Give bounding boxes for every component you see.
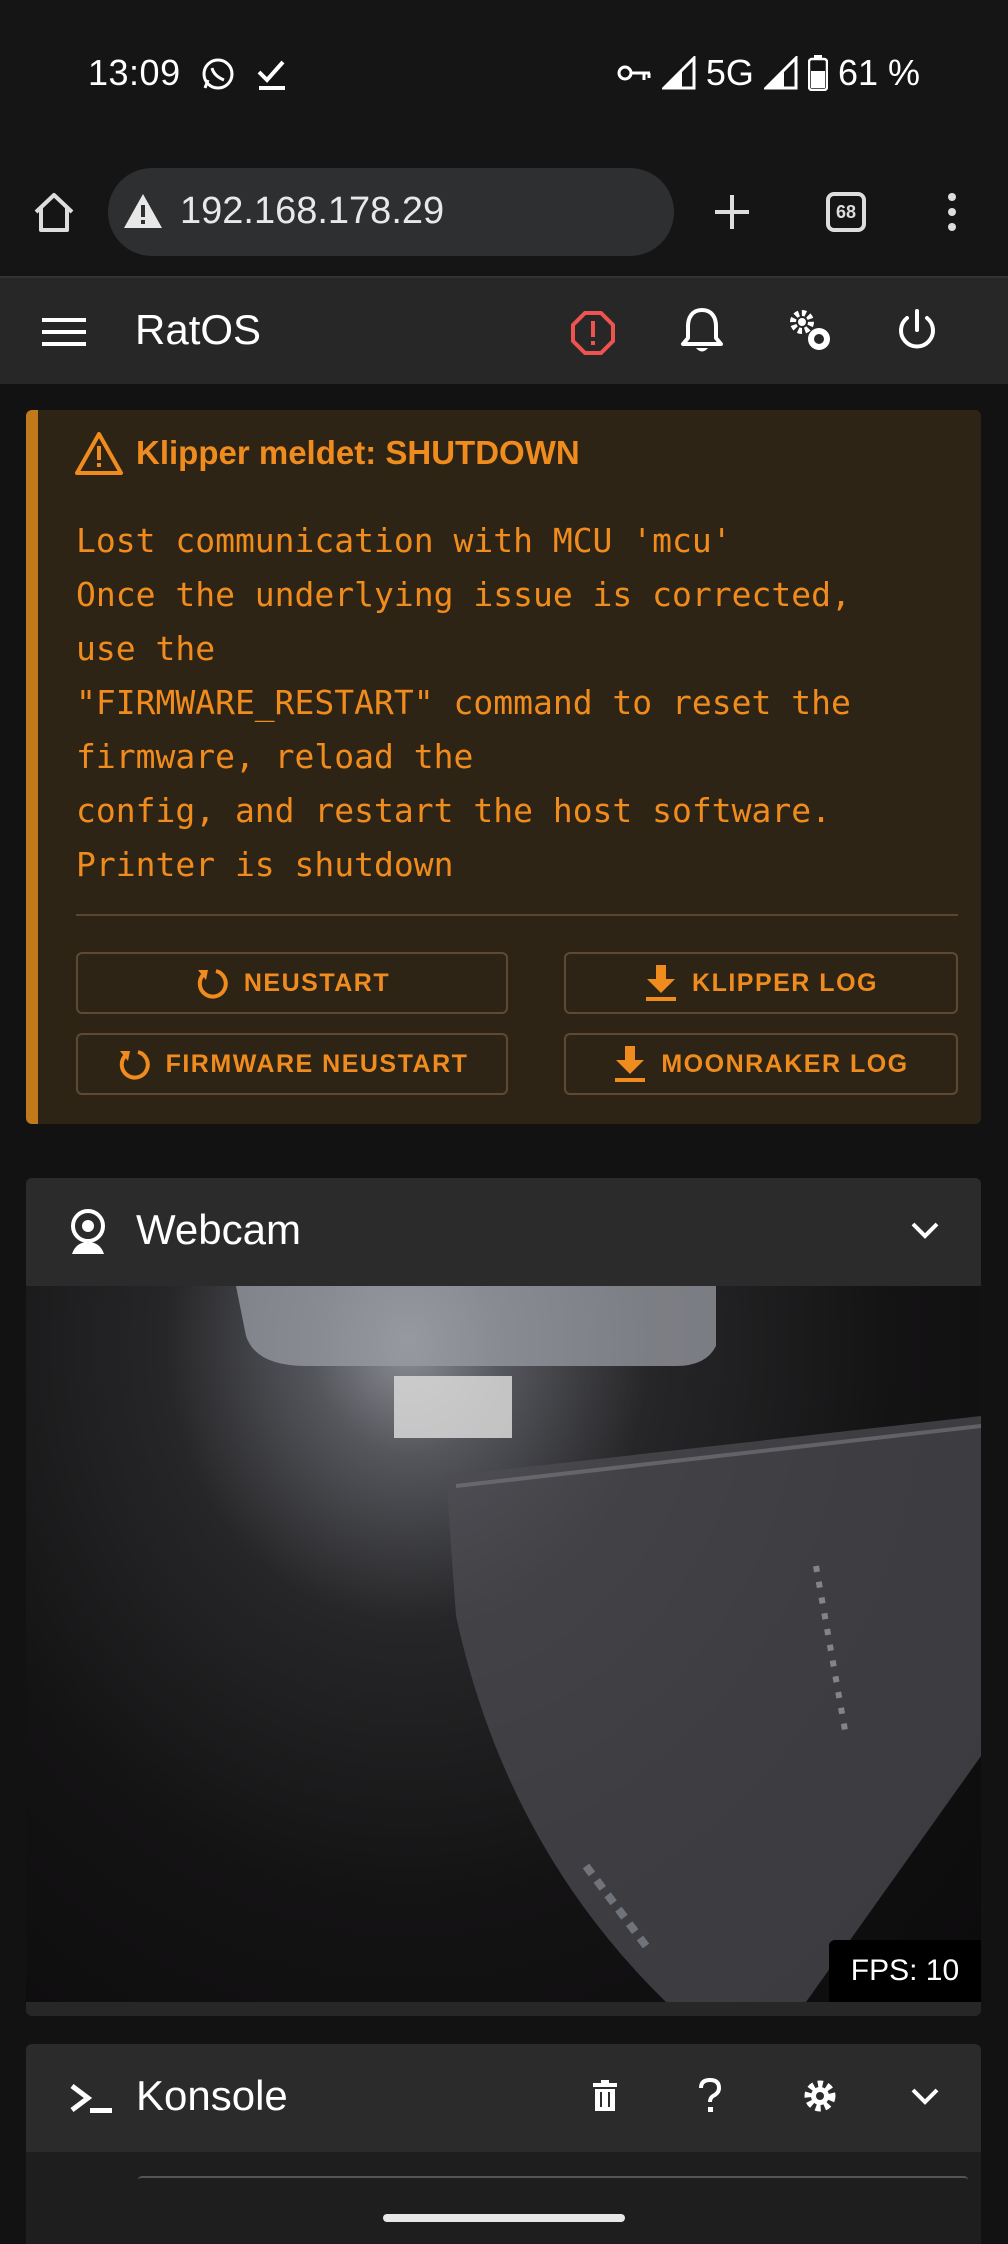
- console-body: [26, 2152, 981, 2244]
- url-text: 192.168.178.29: [180, 190, 445, 232]
- app-title: RatOS: [135, 306, 262, 353]
- alert-warning-icon: [75, 432, 123, 475]
- home-icon[interactable]: [32, 190, 76, 234]
- alert-divider: [76, 914, 958, 916]
- webcam-header[interactable]: Webcam: [26, 1178, 981, 1286]
- trash-icon[interactable]: [592, 2080, 618, 2112]
- firmware-restart-label: FIRMWARE NEUSTART: [165, 1049, 469, 1078]
- alert-message: Lost communication with MCU 'mcu' Once t…: [76, 521, 851, 884]
- chevron-down-icon[interactable]: [910, 1220, 940, 1240]
- fps-indicator: FPS: 10: [829, 1940, 981, 2002]
- address-bar[interactable]: 192.168.178.29: [108, 168, 674, 256]
- download-icon-2: [615, 1046, 646, 1082]
- new-tab-icon[interactable]: [712, 192, 752, 232]
- webcam-icon: [71, 1209, 105, 1254]
- task-done-icon: [257, 60, 285, 90]
- emergency-stop-icon[interactable]: [570, 310, 616, 356]
- webcam-title: Webcam: [136, 1206, 301, 1253]
- webcam-panel: Webcam FPS: 10: [26, 1178, 981, 2016]
- firmware-restart-icon: [119, 1050, 150, 1080]
- vpn-key-icon: [617, 65, 651, 81]
- restart-icon: [197, 969, 228, 999]
- webcam-image: [236, 1286, 981, 2002]
- gesture-nav-handle[interactable]: [383, 2214, 625, 2222]
- browser-toolbar: 192.168.178.29 68: [0, 150, 1008, 276]
- console-icon: [70, 2084, 112, 2113]
- restart-button[interactable]: NEUSTART: [76, 952, 508, 1014]
- warning-icon: [124, 194, 162, 228]
- more-options-icon[interactable]: [944, 192, 960, 232]
- notification-bell-icon[interactable]: [680, 306, 724, 356]
- power-icon[interactable]: [894, 308, 940, 354]
- signal-icon: [661, 56, 696, 90]
- shutdown-alert: Klipper meldet: SHUTDOWN Lost communicat…: [26, 410, 981, 1124]
- battery-percent: 61 %: [837, 52, 920, 93]
- firmware-restart-button[interactable]: FIRMWARE NEUSTART: [76, 1033, 508, 1095]
- klipper-log-label: KLIPPER LOG: [692, 968, 878, 997]
- status-right-group: 5G 61 %: [616, 52, 920, 94]
- whatsapp-icon: [202, 58, 234, 90]
- status-time: 13:09: [88, 52, 181, 93]
- webcam-stream: FPS: 10: [26, 1286, 981, 2002]
- console-title: Konsole: [136, 2072, 288, 2119]
- network-type: 5G: [705, 52, 754, 93]
- system-status-bar: 13:09 5G 61 %: [0, 0, 1008, 150]
- app-bar: RatOS: [0, 276, 1008, 384]
- moonraker-log-label: MOONRAKER LOG: [661, 1049, 909, 1078]
- tab-switcher-button[interactable]: 68: [826, 192, 866, 232]
- console-settings-icon[interactable]: [802, 2078, 838, 2114]
- menu-icon[interactable]: [42, 316, 86, 348]
- console-chevron-down-icon[interactable]: [910, 2086, 940, 2106]
- help-icon[interactable]: [698, 2078, 722, 2114]
- klipper-log-button[interactable]: KLIPPER LOG: [564, 952, 958, 1014]
- restart-button-label: NEUSTART: [243, 968, 391, 997]
- download-icon: [646, 965, 677, 1001]
- console-input[interactable]: [138, 2176, 968, 2180]
- alert-heading: Klipper meldet: SHUTDOWN: [136, 434, 580, 471]
- battery-icon: [807, 55, 828, 91]
- settings-gears-icon[interactable]: [786, 306, 836, 356]
- moonraker-log-button[interactable]: MOONRAKER LOG: [564, 1033, 958, 1095]
- signal-icon-2: [763, 56, 798, 90]
